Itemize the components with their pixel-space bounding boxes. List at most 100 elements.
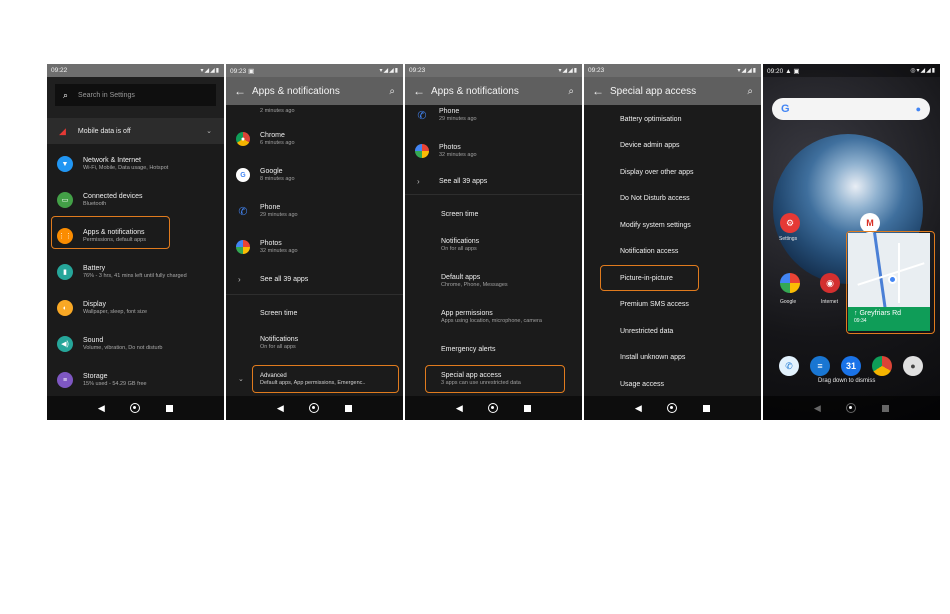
see-all-apps[interactable]: › See all 39 apps (226, 268, 403, 290)
item-title: Storage (83, 373, 108, 380)
nav-bar: ◀ (47, 396, 224, 420)
app-bar: ← Apps & notifications ⌕ (405, 77, 582, 105)
chrome-icon: ● (236, 132, 250, 146)
phone-special-app-access: 09:23 ▾◢◢▮ ← Special app access ⌕ Batter… (584, 64, 761, 420)
settings-app-icon[interactable]: ⚙ (780, 213, 800, 233)
item-subtitle: 15% used - 54.29 GB free (83, 381, 147, 387)
app-item-google[interactable]: G Google 8 minutes ago (226, 160, 403, 190)
google-search-bar[interactable]: G ● (772, 98, 930, 120)
list-item-display-over[interactable]: Display over other apps (584, 164, 761, 180)
home-nav-icon[interactable] (488, 403, 499, 413)
list-item-premium-sms[interactable]: Premium SMS access (584, 296, 761, 312)
settings-item-network[interactable]: ▼ Network & Internet Wi-Fi, Mobile, Data … (47, 146, 224, 182)
search-icon: ⌕ (63, 89, 69, 100)
phone-icon: ✆ (417, 109, 427, 122)
status-icons: ▾◢◢▮ (737, 68, 757, 74)
list-item-unrestricted-data[interactable]: Unrestricted data (584, 323, 761, 339)
mobile-data-banner[interactable]: ◢ Mobile data is off ⌄ (47, 118, 224, 144)
back-arrow-icon[interactable]: ← (592, 84, 610, 98)
back-nav-icon[interactable]: ◀ (277, 403, 284, 413)
recents-nav-icon[interactable] (524, 404, 532, 412)
back-nav-icon[interactable]: ◀ (456, 403, 463, 413)
settings-search-bar[interactable]: ⌕ Search in Settings (55, 84, 216, 106)
settings-item-sound[interactable]: ◀) Sound Volume, vibration, Do not distur… (47, 326, 224, 362)
home-nav-icon[interactable] (130, 403, 141, 413)
phone-home-screen: 09:20 ▲ ▣ ◎▾◢◢▮ G ● ⚙ Settings M Google … (763, 64, 940, 420)
status-icons: ◎▾◢◢▮ (910, 68, 936, 74)
google-apps-folder-icon[interactable] (780, 273, 800, 293)
list-item-notifications[interactable]: Notifications On for all apps (405, 232, 582, 258)
home-nav-icon[interactable] (309, 403, 320, 413)
list-item-screen-time[interactable]: Screen time (226, 304, 403, 322)
item-title: Display over other apps (620, 168, 694, 176)
status-time: 09:23 (588, 67, 605, 74)
dock-calendar-icon[interactable]: 31 (841, 356, 861, 376)
item-title: Notifications (260, 336, 299, 343)
list-item-default-apps[interactable]: Default apps Chrome, Phone, Messages (405, 268, 582, 294)
devices-icon: ▭ (57, 192, 73, 208)
status-time: 09:22 (51, 67, 68, 74)
app-item-phone[interactable]: ✆ Phone 29 minutes ago (226, 196, 403, 226)
list-item-partial[interactable]: 2 minutes ago (226, 105, 403, 115)
item-subtitle: Wi-Fi, Mobile, Data usage, Hotspot (83, 165, 169, 171)
search-icon[interactable]: ⌕ (747, 86, 753, 97)
back-nav-icon[interactable]: ◀ (814, 403, 821, 413)
list-item-emergency-alerts[interactable]: Emergency alerts (405, 340, 582, 358)
see-all-apps[interactable]: › See all 39 apps (405, 170, 582, 192)
item-title: Unrestricted data (620, 327, 674, 335)
item-title: Screen time (441, 210, 479, 218)
list-item-device-admin[interactable]: Device admin apps (584, 137, 761, 153)
settings-item-connected-devices[interactable]: ▭ Connected devices Bluetooth (47, 182, 224, 218)
list-item-usage-access[interactable]: Usage access (584, 376, 761, 392)
list-item-install-unknown[interactable]: Install unknown apps (584, 349, 761, 365)
search-placeholder: Search in Settings (78, 91, 135, 99)
back-nav-icon[interactable]: ◀ (98, 403, 105, 413)
highlight-advanced (252, 365, 399, 393)
back-arrow-icon[interactable]: ← (234, 84, 252, 98)
recents-nav-icon[interactable] (345, 404, 353, 412)
dock-messages-icon[interactable]: ≡ (810, 356, 830, 376)
list-item-app-permissions[interactable]: App permissions Apps using location, micr… (405, 304, 582, 330)
recents-nav-icon[interactable] (703, 404, 711, 412)
list-item-screen-time[interactable]: Screen time (405, 205, 582, 223)
item-title: Photos (260, 240, 282, 247)
home-nav-icon[interactable] (667, 403, 678, 413)
dock-camera-icon[interactable]: ● (903, 356, 923, 376)
gmail-app-icon[interactable]: M (860, 213, 880, 233)
list-item-battery-optimisation[interactable]: Battery optimisation (584, 111, 761, 127)
back-nav-icon[interactable]: ◀ (635, 403, 642, 413)
home-nav-icon[interactable] (846, 403, 857, 413)
nav-bar: ◀ (763, 396, 940, 420)
mic-icon[interactable]: ● (916, 104, 921, 114)
list-item-modify-settings[interactable]: Modify system settings (584, 217, 761, 233)
settings-item-display[interactable]: ◐ Display Wallpaper, sleep, font size (47, 290, 224, 326)
search-icon[interactable]: ⌕ (389, 86, 395, 97)
app-item-chrome[interactable]: ● Chrome 6 minutes ago (226, 124, 403, 154)
phone-settings: 09:22 ▾◢◢▮ ⌕ Search in Settings ◢ Mobile… (47, 64, 224, 420)
app-item-photos[interactable]: Photos 32 minutes ago (226, 232, 403, 262)
highlight-apps-notifications (51, 216, 170, 249)
recents-nav-icon[interactable] (166, 404, 174, 412)
app-item-phone[interactable]: ✆ Phone 29 minutes ago (405, 104, 582, 126)
settings-item-battery[interactable]: ▮ Battery 76% - 3 hrs, 41 mins left until… (47, 254, 224, 290)
back-arrow-icon[interactable]: ← (413, 84, 431, 98)
dock-chrome-icon[interactable] (872, 356, 892, 376)
nav-bar: ◀ (405, 396, 582, 420)
list-item-notifications[interactable]: Notifications On for all apps (226, 330, 403, 356)
search-icon[interactable]: ⌕ (568, 86, 574, 97)
item-title: Chrome (260, 132, 285, 139)
recents-nav-icon[interactable] (882, 404, 890, 412)
app-item-photos[interactable]: Photos 32 minutes ago (405, 136, 582, 166)
page-title: Apps & notifications (252, 85, 340, 97)
battery-icon: ▮ (57, 264, 73, 280)
status-icons: ▾◢◢▮ (558, 68, 578, 74)
photos-icon (236, 240, 250, 254)
item-title: Do Not Disturb access (620, 194, 690, 202)
item-subtitle: Bluetooth (83, 201, 107, 207)
list-item-notification-access[interactable]: Notification access (584, 243, 761, 259)
dock-phone-icon[interactable]: ✆ (779, 356, 799, 376)
highlight-pip-window (846, 231, 935, 334)
internet-app-icon[interactable]: ◉ (820, 273, 840, 293)
list-item-dnd-access[interactable]: Do Not Disturb access (584, 190, 761, 206)
settings-item-storage[interactable]: ≡ Storage 15% used - 54.29 GB free (47, 362, 224, 398)
